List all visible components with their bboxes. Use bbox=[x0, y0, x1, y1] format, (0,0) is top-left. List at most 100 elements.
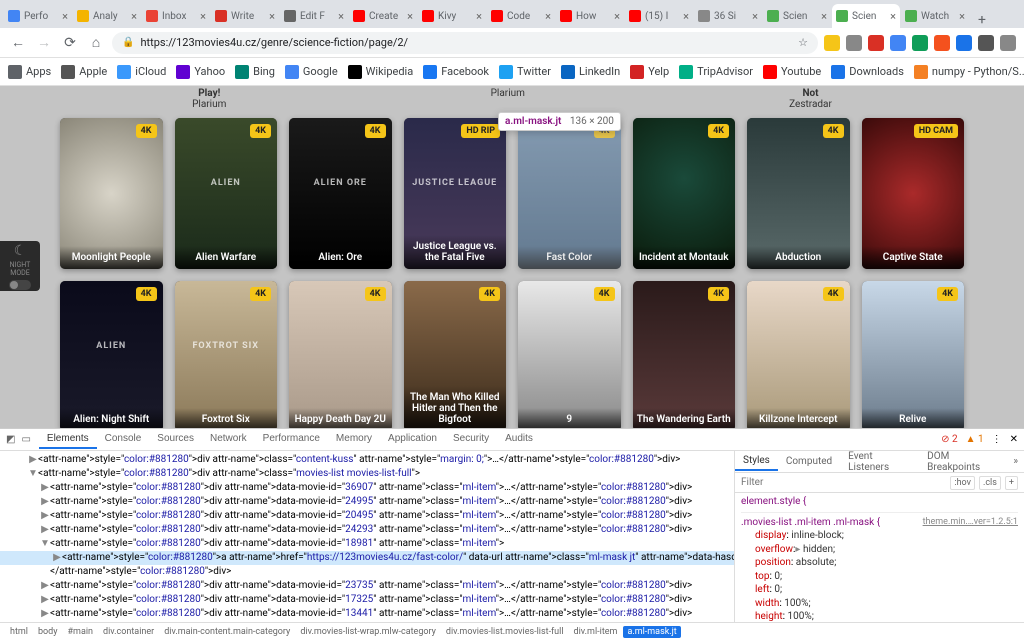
breadcrumb-item[interactable]: #main bbox=[64, 626, 98, 638]
browser-tab[interactable]: Create× bbox=[349, 4, 417, 28]
back-button[interactable]: ← bbox=[8, 33, 28, 53]
filter-action[interactable]: + bbox=[1005, 476, 1018, 490]
bookmark-item[interactable]: TripAdvisor bbox=[679, 65, 753, 79]
browser-tab[interactable]: How× bbox=[556, 4, 624, 28]
bookmark-item[interactable]: Google bbox=[285, 65, 338, 79]
devtools-tab[interactable]: Security bbox=[445, 430, 497, 449]
address-bar[interactable]: 🔒 https://123movies4u.cz/genre/science-f… bbox=[112, 32, 818, 54]
dom-tree-line[interactable]: ▶<attr-name">style="color:#881280">div a… bbox=[0, 523, 734, 537]
night-mode-toggle[interactable]: ☾ NIGHT MODE bbox=[0, 241, 40, 291]
movie-card[interactable]: 4KAbduction bbox=[747, 118, 850, 269]
ad-item[interactable]: Plarium bbox=[491, 88, 525, 110]
close-icon[interactable]: × bbox=[336, 10, 344, 23]
bookmark-item[interactable]: Downloads bbox=[831, 65, 904, 79]
breadcrumb-item[interactable]: a.ml-mask.jt bbox=[623, 626, 680, 638]
dom-tree-line[interactable]: ▶<attr-name">style="color:#881280">div a… bbox=[0, 495, 734, 509]
devtools-inspect-icons[interactable]: ◩ ▭ bbox=[6, 434, 31, 445]
styles-filter-input[interactable] bbox=[741, 477, 950, 488]
dom-tree-line[interactable]: ▶<attr-name">style="color:#881280">div a… bbox=[0, 453, 734, 467]
movie-card[interactable]: ALIEN4KAlien: Night Shift bbox=[60, 281, 163, 428]
devtools-tab[interactable]: Application bbox=[380, 430, 445, 449]
browser-tab[interactable]: Write× bbox=[211, 4, 279, 28]
close-icon[interactable]: × bbox=[198, 10, 206, 23]
error-count[interactable]: ⊘ 2 bbox=[941, 434, 957, 445]
dom-tree-line[interactable]: ▶<attr-name">style="color:#881280">div a… bbox=[0, 579, 734, 593]
dom-tree-line[interactable]: ▶<attr-name">style="color:#881280">div a… bbox=[0, 509, 734, 523]
devtools-tab[interactable]: Console bbox=[97, 430, 150, 449]
dom-tree-line[interactable]: ▼<attr-name">style="color:#881280">div a… bbox=[0, 467, 734, 481]
breadcrumb-item[interactable]: div.container bbox=[99, 626, 158, 638]
browser-tab[interactable]: Scien× bbox=[763, 4, 831, 28]
styles-tab[interactable]: DOM Breakpoints bbox=[919, 451, 1007, 476]
close-icon[interactable]: × bbox=[819, 10, 827, 23]
extension-icon[interactable] bbox=[824, 35, 840, 51]
styles-tab[interactable]: Computed bbox=[778, 453, 840, 470]
browser-tab[interactable]: Analy× bbox=[73, 4, 141, 28]
dom-tree-line[interactable]: ▶<attr-name">style="color:#881280">div a… bbox=[0, 593, 734, 607]
close-icon[interactable]: × bbox=[267, 10, 275, 23]
extension-icon[interactable] bbox=[934, 35, 950, 51]
bookmark-item[interactable]: numpy - Python/S... bbox=[914, 65, 1024, 79]
dom-tree-line[interactable]: ▶<attr-name">style="color:#881280">div a… bbox=[0, 481, 734, 495]
css-rule[interactable]: element.style { bbox=[741, 495, 1018, 513]
browser-tab[interactable]: Inbox× bbox=[142, 4, 210, 28]
new-tab-button[interactable]: + bbox=[970, 12, 994, 28]
elements-panel[interactable]: ▶<attr-name">style="color:#881280">div a… bbox=[0, 451, 734, 622]
more-icon[interactable]: » bbox=[1007, 456, 1024, 467]
close-icon[interactable]: × bbox=[888, 10, 896, 23]
movie-card[interactable]: ALIEN ORE4KAlien: Ore bbox=[289, 118, 392, 269]
extension-icon[interactable] bbox=[978, 35, 994, 51]
ad-item[interactable]: Play!Plarium bbox=[192, 88, 226, 110]
bookmark-item[interactable]: Youtube bbox=[763, 65, 821, 79]
movie-card[interactable]: 4KMoonlight People bbox=[60, 118, 163, 269]
close-icon[interactable]: × bbox=[405, 10, 413, 23]
devtools-tab[interactable]: Performance bbox=[255, 430, 328, 449]
extension-icon[interactable] bbox=[846, 35, 862, 51]
devtools-tab[interactable]: Memory bbox=[328, 430, 380, 449]
breadcrumb-item[interactable]: div.movies-list-wrap.mlw-category bbox=[296, 626, 440, 638]
browser-tab[interactable]: Scien× bbox=[832, 4, 900, 28]
close-icon[interactable]: × bbox=[543, 10, 551, 23]
movie-card[interactable]: 4KIncident at Montauk bbox=[633, 118, 736, 269]
extension-icon[interactable] bbox=[912, 35, 928, 51]
breadcrumb-item[interactable]: div.ml-item bbox=[570, 626, 622, 638]
devtools-tab[interactable]: Elements bbox=[39, 430, 97, 449]
devtools-tab[interactable]: Network bbox=[202, 430, 255, 449]
inspect-element-icon[interactable]: ◩ bbox=[6, 434, 15, 445]
breadcrumb-item[interactable]: html bbox=[6, 626, 32, 638]
close-icon[interactable]: × bbox=[612, 10, 620, 23]
extension-icon[interactable] bbox=[1000, 35, 1016, 51]
movie-card[interactable]: 4KThe Wandering Earth bbox=[633, 281, 736, 428]
close-icon[interactable]: × bbox=[957, 10, 965, 23]
browser-tab[interactable]: Code× bbox=[487, 4, 555, 28]
close-icon[interactable]: × bbox=[60, 10, 68, 23]
movie-card[interactable]: 4K9 bbox=[518, 281, 621, 428]
bookmark-item[interactable]: Facebook bbox=[423, 65, 489, 79]
movie-card[interactable]: 4KFast Color bbox=[518, 118, 621, 269]
dom-breadcrumb[interactable]: htmlbody#maindiv.containerdiv.main-conte… bbox=[0, 622, 1024, 640]
bookmark-item[interactable]: Apps bbox=[8, 65, 51, 79]
extension-icon[interactable] bbox=[890, 35, 906, 51]
dom-tree-line[interactable]: ▶<attr-name">style="color:#881280">div a… bbox=[0, 607, 734, 621]
bookmark-item[interactable]: Apple bbox=[61, 65, 107, 79]
bookmark-item[interactable]: Yelp bbox=[630, 65, 669, 79]
movie-card[interactable]: HD CAMCaptive State bbox=[862, 118, 965, 269]
devtools-tab[interactable]: Sources bbox=[149, 430, 202, 449]
movie-card[interactable]: FOXTROT SIX4KFoxtrot Six bbox=[175, 281, 278, 428]
bookmark-item[interactable]: iCloud bbox=[117, 65, 166, 79]
bookmark-item[interactable]: Yahoo bbox=[176, 65, 225, 79]
device-toggle-icon[interactable]: ▭ bbox=[21, 434, 30, 445]
breadcrumb-item[interactable]: div.movies-list.movies-list-full bbox=[442, 626, 568, 638]
movie-card[interactable]: ALIEN4KAlien Warfare bbox=[175, 118, 278, 269]
filter-action[interactable]: .cls bbox=[979, 476, 1001, 490]
forward-button[interactable]: → bbox=[34, 33, 54, 53]
close-icon[interactable]: × bbox=[474, 10, 482, 23]
styles-tab[interactable]: Styles bbox=[735, 452, 778, 471]
star-icon[interactable]: ☆ bbox=[798, 36, 808, 49]
dom-tree-line[interactable]: </attr-name">style="color:#881280">div> bbox=[0, 565, 734, 579]
dom-tree-line[interactable]: ▶<attr-name">style="color:#881280">a att… bbox=[0, 551, 734, 565]
browser-tab[interactable]: (15) I× bbox=[625, 4, 693, 28]
dom-tree-line[interactable]: ▼<attr-name">style="color:#881280">div a… bbox=[0, 537, 734, 551]
bookmark-item[interactable]: LinkedIn bbox=[561, 65, 620, 79]
extension-icon[interactable] bbox=[868, 35, 884, 51]
